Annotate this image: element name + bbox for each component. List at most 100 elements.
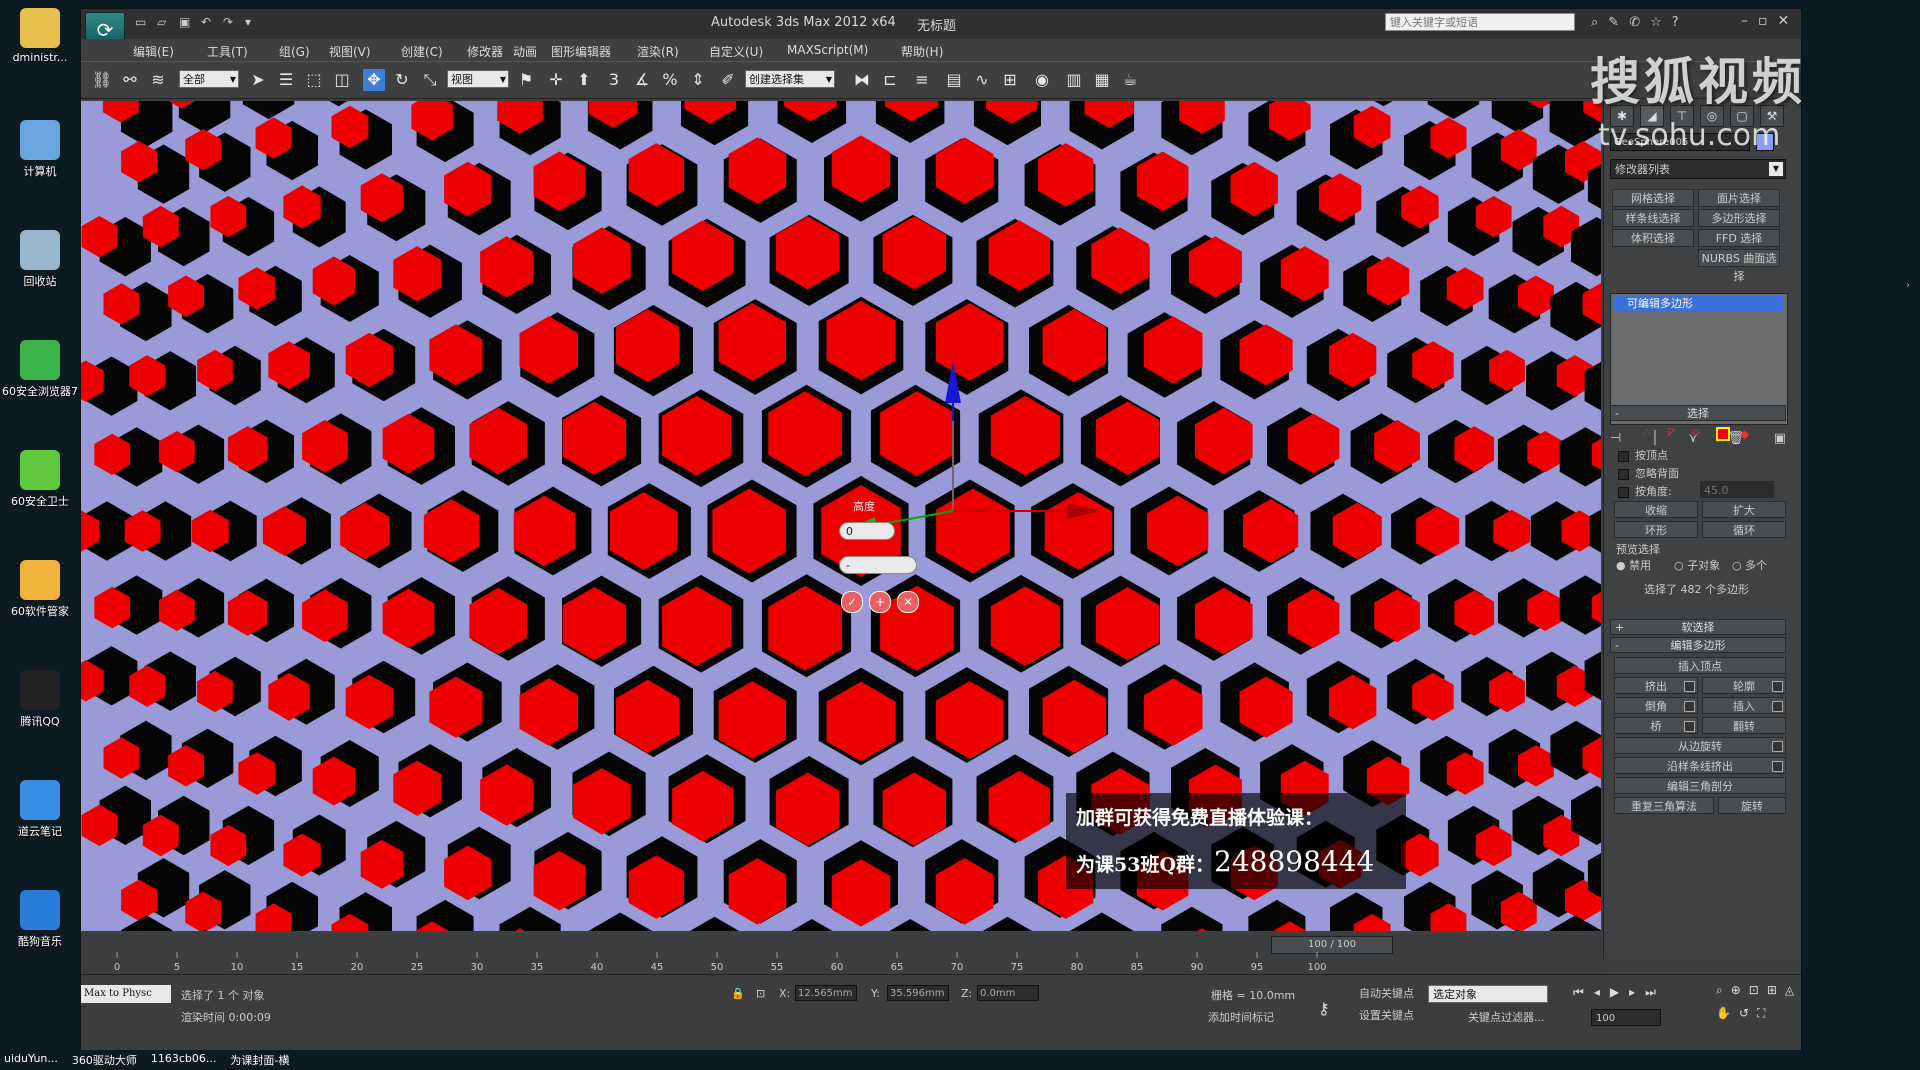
graphite-toolbar-icon[interactable]: ▤ [943,69,965,91]
maxscript-listener[interactable]: Max to Physc [81,985,171,1003]
grow-button[interactable]: 扩大 [1702,501,1786,518]
selection-rollout-header[interactable]: - 选择 [1610,405,1786,421]
caddy-type-field[interactable]: 0 [839,522,895,540]
help-search-input[interactable]: 键入关键字或短语 [1385,13,1575,31]
select-manipulate-icon[interactable]: ✛ [545,69,567,91]
settings-icon[interactable] [1772,761,1783,772]
desktop-icon-kugou[interactable]: 酷狗音乐 [0,890,80,949]
mirror-icon[interactable]: ⧓ [851,69,873,91]
border-level-icon[interactable]: ◇ [1692,427,1706,441]
desktop-icon-recycle-bin[interactable]: 回收站 [0,230,80,289]
settings-icon[interactable] [1684,721,1695,732]
ring-button[interactable]: 环形 [1614,521,1698,538]
nurbs-surface-select-button[interactable]: NURBS 曲面选择 [1698,249,1780,283]
communication-icon[interactable]: ✆ [1629,15,1640,30]
inset-button[interactable]: 插入 [1702,697,1786,714]
lock-selection-icon[interactable]: 🔒 [731,987,745,1000]
ignore-backfacing-checkbox[interactable]: 忽略背面 [1618,465,1679,481]
desktop-icon-qq[interactable]: 腾讯QQ [0,670,80,729]
minimize-icon[interactable]: – [1741,13,1748,29]
spinner-snap-icon[interactable]: ⇕ [687,69,709,91]
selection-filter-dropdown[interactable]: 全部 [179,70,239,89]
settings-icon[interactable] [1684,681,1695,692]
orbit-icon[interactable]: ↺ [1739,1006,1749,1021]
favorites-star-icon[interactable]: ☆ [1650,15,1662,30]
angle-spinner[interactable]: 45.0 [1700,481,1774,498]
desktop-icon-360-software[interactable]: 60软件管家 [0,560,80,619]
timeline[interactable]: 100 / 100 0 5 10 15 20 25 30 35 40 45 50 55 60 65 70 75… [81,934,1601,974]
link-icon[interactable]: ⛓ [91,69,113,91]
unlink-icon[interactable]: ⚯ [119,69,141,91]
close-icon[interactable]: ✕ [1778,13,1790,29]
settings-icon[interactable] [1772,681,1783,692]
hinge-from-edge-button[interactable]: 从边旋转 [1614,737,1786,754]
key-filters-button[interactable]: 关键点过滤器... [1468,1009,1545,1025]
by-vertex-checkbox[interactable]: 按顶点 [1618,447,1668,463]
taskbar-item[interactable]: uiduYun... [4,1052,58,1070]
play-icon[interactable]: ▶ [1610,985,1619,1000]
rendered-frame-window-icon[interactable]: ▦ [1091,69,1113,91]
zoom-all-icon[interactable]: ⊕ [1731,983,1741,998]
pivot-center-icon[interactable]: ⚑ [515,69,537,91]
patch-select-button[interactable]: 面片选择 [1698,189,1780,207]
y-coord-field[interactable]: 35.596mm [887,985,949,1001]
angle-snap-icon[interactable]: ∡ [631,69,653,91]
current-frame-field[interactable]: 100 [1591,1009,1661,1026]
next-frame-icon[interactable]: ▸ [1629,985,1635,1000]
menu-group[interactable]: 组(G) [279,43,310,60]
loop-button[interactable]: 循环 [1702,521,1786,538]
shrink-button[interactable]: 收缩 [1614,501,1698,518]
field-of-view-icon[interactable]: ◬ [1785,983,1794,998]
binoculars-icon[interactable]: ⌕ [1591,15,1598,30]
preview-disabled-radio[interactable]: ● 禁用 [1616,557,1651,573]
desktop-icon-360-browser[interactable]: 60安全浏览器7 [0,340,80,399]
edit-polygons-rollout-header[interactable]: - 编辑多边形 [1610,637,1786,653]
window-crossing-icon[interactable]: ◫ [331,69,353,91]
bridge-button[interactable]: 桥 [1614,717,1698,734]
wrench-icon[interactable]: ✎ [1608,15,1619,30]
desktop-icon-youdao-note[interactable]: 道云笔记 [0,780,80,839]
menu-animation[interactable]: 动画 [513,43,537,60]
keyboard-shortcut-override-icon[interactable]: ⬆ [573,69,595,91]
add-time-tag-button[interactable]: 添加时间标记 [1208,1009,1274,1025]
stack-item-editable-poly[interactable]: 可编辑多边形 [1613,296,1783,312]
outline-button[interactable]: 轮廓 [1702,677,1786,694]
render-setup-icon[interactable]: ▥ [1063,69,1085,91]
caddy-height-field[interactable]: - [839,556,917,574]
key-icon[interactable]: ⚷ [1318,999,1330,1018]
desktop-icon-computer[interactable]: 计算机 [0,120,80,179]
edit-named-selection-icon[interactable]: ✐ [717,69,739,91]
z-coord-field[interactable]: 0.0mm [977,985,1039,1001]
turn-button[interactable]: 旋转 [1718,797,1786,814]
menu-help[interactable]: 帮助(H) [901,43,943,60]
taskbar-item[interactable]: 为课封面-横 [230,1052,289,1070]
menu-create[interactable]: 创建(C) [401,43,443,60]
select-move-icon[interactable]: ✥ [363,69,385,91]
settings-icon[interactable] [1772,701,1783,712]
percent-snap-icon[interactable]: % [659,69,681,91]
vol-select-button[interactable]: 体积选择 [1612,229,1694,247]
material-editor-icon[interactable]: ◉ [1031,69,1053,91]
preview-subobject-radio[interactable]: ○ 子对象 [1674,557,1720,573]
settings-icon[interactable] [1684,701,1695,712]
auto-key-button[interactable]: 自动关键点 [1359,985,1414,1003]
reference-coordinate-dropdown[interactable]: 视图 [447,70,509,89]
key-target-dropdown[interactable]: 选定对象 [1428,985,1548,1003]
previous-frame-icon[interactable]: ◂ [1594,985,1600,1000]
menu-graph-editors[interactable]: 图形编辑器 [551,43,611,60]
rectangle-selection-icon[interactable]: ⬚ [303,69,325,91]
select-by-name-icon[interactable]: ☰ [275,69,297,91]
settings-icon[interactable] [1772,741,1783,752]
maximize-viewport-icon[interactable]: ⛶ [1757,1006,1765,1021]
pan-icon[interactable]: ✋ [1716,1006,1731,1021]
modifier-list-dropdown[interactable]: 修改器列表 ▼ [1610,159,1786,179]
snaps-toggle-icon[interactable]: 3 [603,69,625,91]
configure-sets-icon[interactable]: ▣ [1774,431,1786,446]
align-icon[interactable]: ⊏ [879,69,901,91]
pin-stack-icon[interactable]: ⊣ [1610,431,1621,446]
select-scale-icon[interactable]: ⤡ [419,69,441,91]
extrude-along-spline-button[interactable]: 沿样条线挤出 [1614,757,1786,774]
open-file-icon[interactable]: ▱ [157,15,171,29]
go-to-start-icon[interactable]: ⏮ [1573,985,1584,1000]
menu-customize[interactable]: 自定义(U) [709,43,763,60]
